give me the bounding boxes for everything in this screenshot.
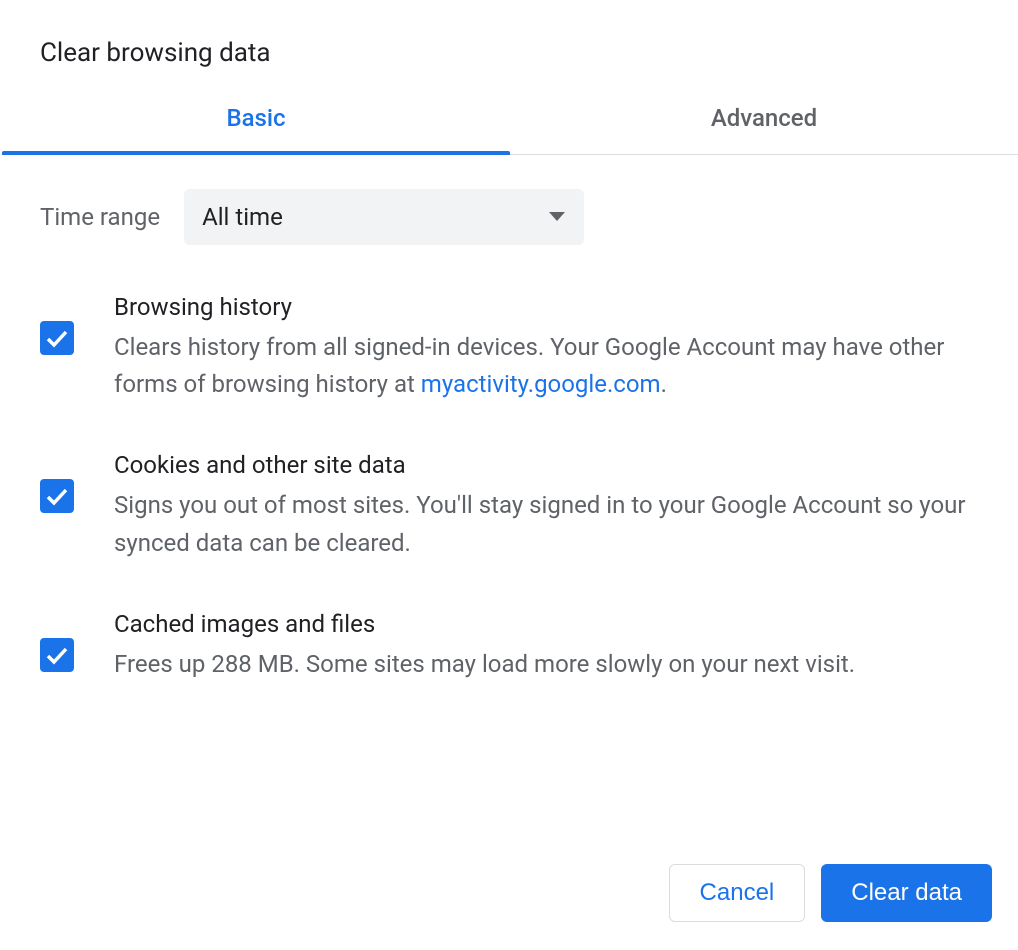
time-range-row: Time range All time (40, 189, 978, 245)
checkmark-icon (45, 645, 69, 665)
option-body: Cached images and files Frees up 288 MB.… (114, 610, 978, 683)
option-browsing-history: Browsing history Clears history from all… (40, 293, 978, 403)
checkmark-icon (45, 328, 69, 348)
checkbox-cookies[interactable] (40, 479, 74, 513)
time-range-value: All time (202, 203, 283, 231)
dialog-content: Time range All time Browsing history Cle… (0, 155, 1018, 683)
time-range-label: Time range (40, 203, 160, 231)
option-title: Cached images and files (114, 610, 978, 638)
option-desc: Signs you out of most sites. You'll stay… (114, 487, 978, 561)
chevron-down-icon (548, 208, 566, 227)
option-cache: Cached images and files Frees up 288 MB.… (40, 610, 978, 683)
dialog-footer: Cancel Clear data (0, 864, 1018, 950)
clear-data-button[interactable]: Clear data (821, 864, 992, 922)
option-cookies: Cookies and other site data Signs you ou… (40, 451, 978, 561)
tabs: Basic Advanced (2, 88, 1018, 155)
tab-advanced[interactable]: Advanced (510, 88, 1018, 154)
option-title: Browsing history (114, 293, 978, 321)
tab-basic[interactable]: Basic (2, 88, 510, 154)
option-desc: Clears history from all signed-in device… (114, 329, 978, 403)
option-desc: Frees up 288 MB. Some sites may load mor… (114, 646, 978, 683)
desc-suffix: . (661, 370, 667, 398)
checkbox-browsing-history[interactable] (40, 321, 74, 355)
option-body: Browsing history Clears history from all… (114, 293, 978, 403)
myactivity-link[interactable]: myactivity.google.com (421, 370, 661, 398)
cancel-button[interactable]: Cancel (669, 864, 806, 922)
option-title: Cookies and other site data (114, 451, 978, 479)
checkbox-cache[interactable] (40, 638, 74, 672)
checkmark-icon (45, 486, 69, 506)
option-body: Cookies and other site data Signs you ou… (114, 451, 978, 561)
dialog-title: Clear browsing data (0, 0, 1018, 88)
time-range-dropdown[interactable]: All time (184, 189, 584, 245)
